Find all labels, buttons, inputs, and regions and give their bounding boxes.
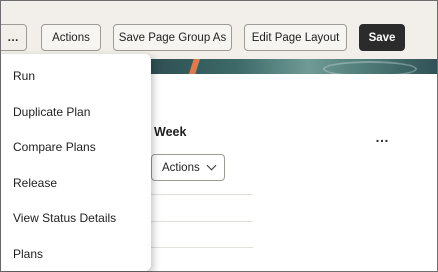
section-title: Week xyxy=(154,125,187,139)
menu-item-plans[interactable]: Plans xyxy=(13,247,43,261)
save-page-group-as-button[interactable]: Save Page Group As xyxy=(113,24,232,51)
overflow-dropdown-menu: Run Duplicate Plan Compare Plans Release… xyxy=(1,54,151,271)
chevron-down-icon xyxy=(206,160,217,171)
more-options-icon[interactable]: … xyxy=(375,129,390,145)
actions-dropdown-label: Actions xyxy=(162,161,200,174)
divider xyxy=(151,247,253,248)
edit-page-layout-button[interactable]: Edit Page Layout xyxy=(244,24,347,51)
actions-dropdown[interactable]: Actions xyxy=(151,154,225,181)
overflow-menu-button[interactable]: … xyxy=(1,24,27,51)
menu-item-run[interactable]: Run xyxy=(13,69,35,83)
save-button[interactable]: Save xyxy=(359,24,405,51)
decorative-banner xyxy=(151,59,437,74)
menu-item-release[interactable]: Release xyxy=(13,176,57,190)
divider xyxy=(151,194,253,195)
actions-button[interactable]: Actions xyxy=(41,24,101,51)
menu-item-compare-plans[interactable]: Compare Plans xyxy=(13,140,96,154)
divider xyxy=(151,221,253,222)
menu-item-view-status-details[interactable]: View Status Details xyxy=(13,211,116,225)
more-horizontal-icon: … xyxy=(7,31,20,44)
menu-item-duplicate-plan[interactable]: Duplicate Plan xyxy=(13,105,90,119)
